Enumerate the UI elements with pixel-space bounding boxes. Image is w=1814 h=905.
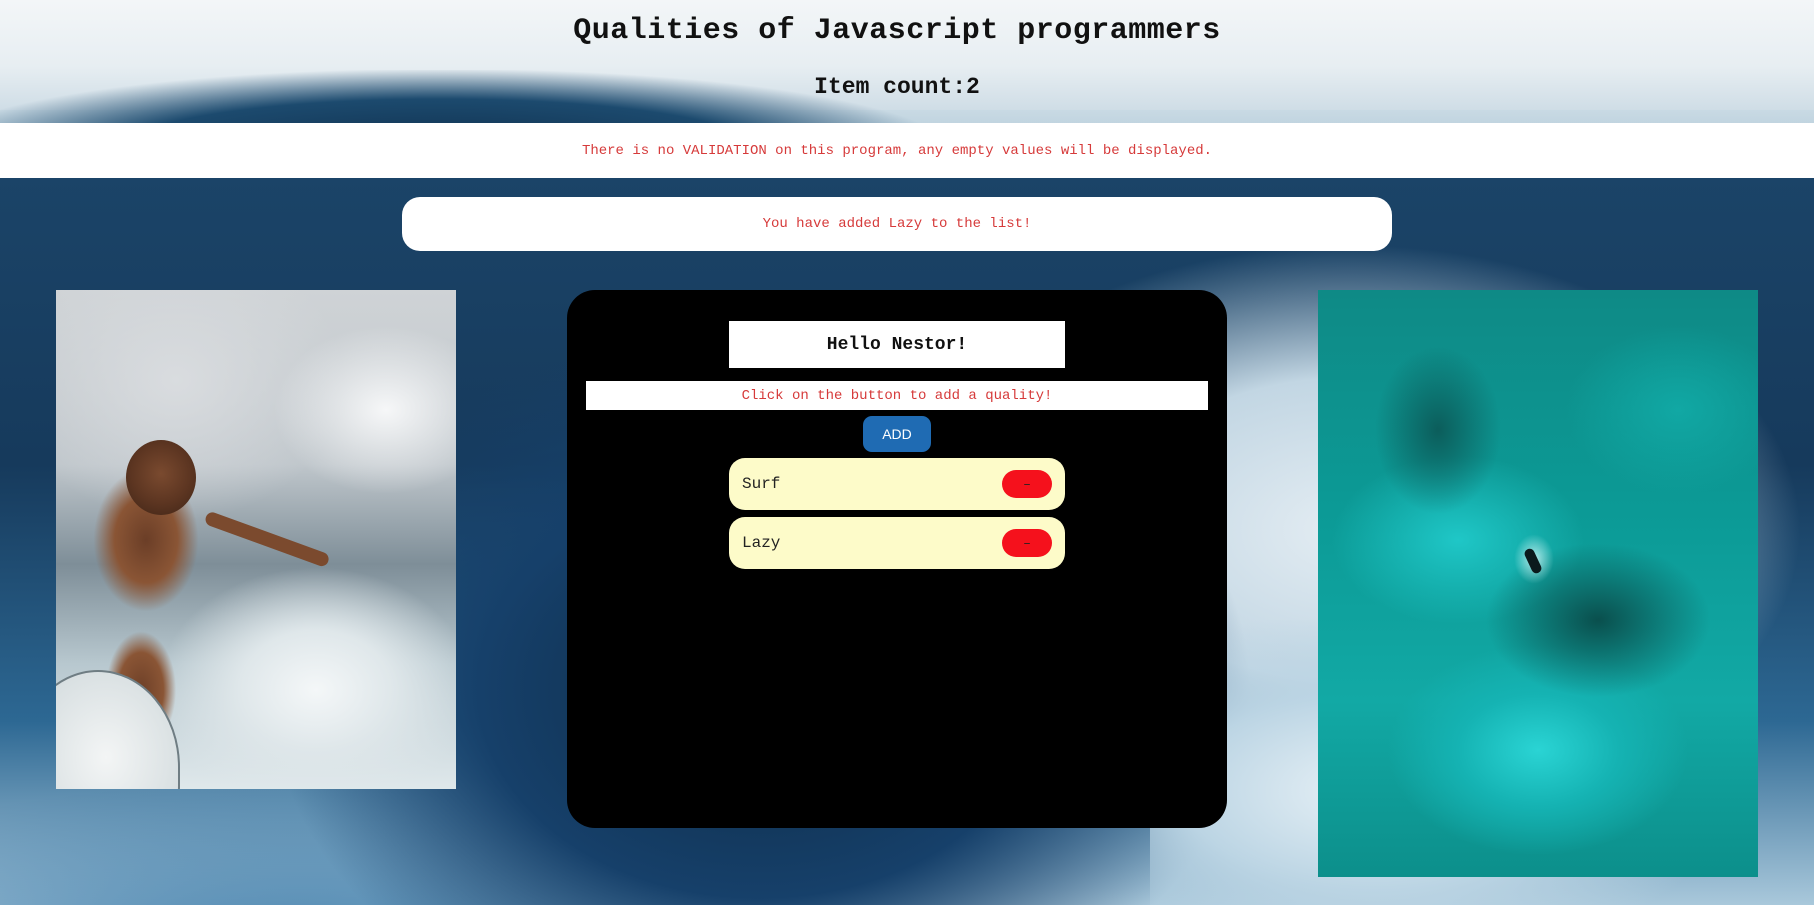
- list-item: Lazy –: [729, 517, 1065, 569]
- validation-warning-text: There is no VALIDATION on this program, …: [581, 142, 1213, 159]
- added-notice-text: You have added Lazy to the list!: [762, 216, 1032, 232]
- greeting-banner: Hello Nestor!: [729, 321, 1065, 368]
- list-item-label: Lazy: [742, 534, 781, 552]
- item-count: Item count:2: [814, 74, 980, 100]
- add-quality-button[interactable]: ADD: [863, 416, 931, 452]
- added-notice: You have added Lazy to the list!: [402, 197, 1392, 251]
- instruction-text: Click on the button to add a quality!: [586, 381, 1208, 410]
- remove-item-button[interactable]: –: [1002, 529, 1052, 557]
- qualities-panel: Hello Nestor! Click on the button to add…: [567, 290, 1227, 828]
- remove-item-button[interactable]: –: [1002, 470, 1052, 498]
- validation-warning-bar: There is no VALIDATION on this program, …: [0, 123, 1814, 178]
- surfer-photo: [56, 290, 456, 789]
- list-item-label: Surf: [742, 475, 781, 493]
- aerial-ocean-photo: [1318, 290, 1758, 877]
- list-item: Surf –: [729, 458, 1065, 510]
- surfer-head: [126, 440, 196, 515]
- page-title: Qualities of Javascript programmers: [573, 14, 1221, 48]
